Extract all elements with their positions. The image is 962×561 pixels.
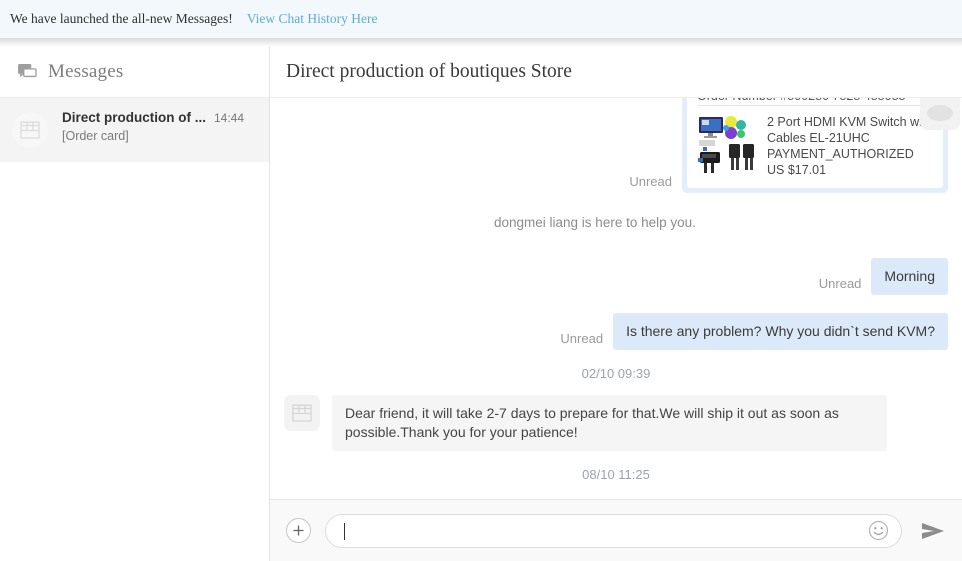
chat-title: Direct production of boutiques Store [286,61,572,83]
message-list[interactable]: Unread Order Number #800280 7828 488088 [270,98,962,499]
message-input[interactable] [344,515,868,547]
message-row: Unread Is there any problem? Why you did… [284,313,948,350]
banner-shadow-divider [0,38,962,47]
conversation-item[interactable]: Direct production of ... 14:44 [Order ca… [0,98,269,162]
message-row: Unread Morning [284,258,948,295]
order-info: 2 Port HDMI KVM Switch with Cables EL-21… [767,114,933,178]
system-message: dongmei liang is here to help you. [284,215,948,230]
chat-header: Direct production of boutiques Store [270,47,962,98]
conversation-list: Direct production of ... 14:44 [Order ca… [0,98,269,561]
message-bubble[interactable]: Dear friend, it will take 2-7 days to pr… [332,395,887,451]
conversation-sidebar: Messages Direct [0,47,270,561]
order-number: Order Number #800280 7828 488088 [697,98,933,100]
promo-banner: We have launched the all-new Messages! V… [0,0,962,38]
conversation-header-row: Direct production of ... 14:44 [62,110,255,125]
avatar-placeholder-shape [927,105,953,121]
message-row: Unread Order Number #800280 7828 488088 [284,98,948,193]
messages-app: We have launched the all-new Messages! V… [0,0,962,561]
status-badge: Unread [560,331,603,346]
product-title: 2 Port HDMI KVM Switch with Cables EL-21… [767,114,933,146]
message-input-wrap[interactable] [325,514,902,548]
kvm-switch-product-image [697,114,757,174]
text-cursor [344,523,345,540]
message-composer [270,499,962,561]
conversation-time: 14:44 [214,111,244,125]
product-price: US $17.01 [767,162,933,178]
add-attachment-button[interactable] [286,518,311,543]
message-bubble[interactable]: Morning [871,258,948,295]
avatar [284,395,320,431]
message-row: Dear friend, it will take 2-7 days to pr… [284,395,948,451]
store-icon [292,404,312,422]
order-content: 2 Port HDMI KVM Switch with Cables EL-21… [697,114,933,178]
send-arrow-icon[interactable] [920,520,946,542]
sidebar-title: Messages [48,61,123,83]
promo-banner-text: We have launched the all-new Messages! [10,11,233,27]
messages-chat-icon [18,64,37,80]
timestamp: 02/10 09:39 [284,366,948,381]
sidebar-header: Messages [0,47,269,98]
message-bubble[interactable]: Is there any problem? Why you didn`t sen… [613,313,948,350]
chat-pane: Direct production of boutiques Store Unr… [270,47,962,561]
conversation-name: Direct production of ... [62,110,206,125]
timestamp: 08/10 11:25 [284,467,948,482]
divider [697,105,933,106]
order-card-bubble[interactable]: Order Number #800280 7828 488088 [682,98,948,193]
store-icon [20,121,40,139]
conversation-preview: [Order card] [62,129,255,143]
order-card: Order Number #800280 7828 488088 [687,98,943,188]
status-badge: Unread [819,276,862,291]
payment-status: PAYMENT_AUTHORIZED [767,146,933,162]
plus-icon [292,524,305,537]
main-layout: Messages Direct [0,47,962,561]
view-chat-history-link[interactable]: View Chat History Here [247,11,378,27]
status-badge: Unread [629,174,672,189]
avatar [920,98,960,130]
conversation-body: Direct production of ... 14:44 [Order ca… [62,110,255,143]
smiley-icon[interactable] [868,520,889,541]
avatar [12,112,48,148]
